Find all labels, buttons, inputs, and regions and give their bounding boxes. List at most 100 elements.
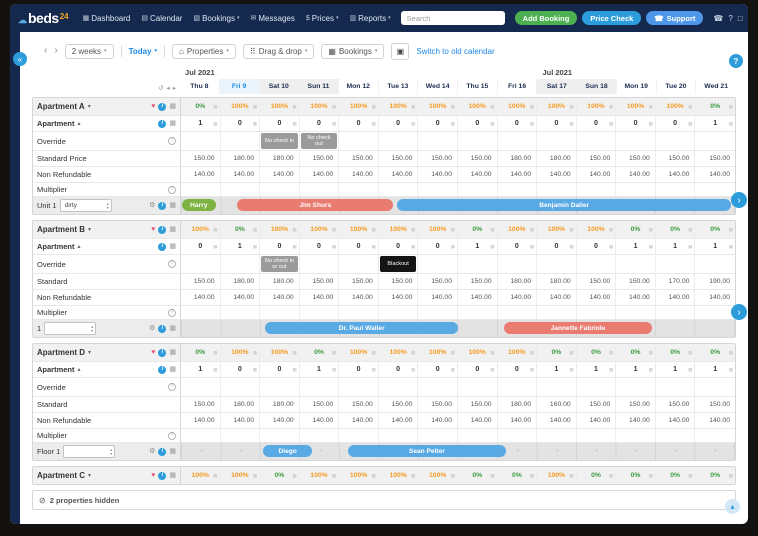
favorite-icon[interactable]: ♥	[151, 472, 155, 479]
availability-cell[interactable]: 0▦	[656, 116, 696, 131]
availability-cell[interactable]: 1▦	[616, 239, 656, 254]
desktop-icon[interactable]: □	[738, 14, 743, 23]
occupancy-cell[interactable]: 100%▦	[221, 98, 261, 115]
day-header-cell[interactable]: Mon 19	[617, 79, 657, 94]
multiplier-cell[interactable]	[260, 306, 300, 319]
override-cell[interactable]	[498, 378, 538, 396]
availability-cell[interactable]: 0▦	[260, 116, 300, 131]
availability-cell[interactable]: 0▦	[498, 116, 538, 131]
override-cell[interactable]	[656, 255, 696, 273]
override-cell[interactable]	[379, 378, 419, 396]
override-cell[interactable]	[656, 378, 696, 396]
occupancy-cell[interactable]: 0%▦	[695, 467, 735, 484]
override-cell[interactable]	[458, 255, 498, 273]
price-cell[interactable]: 180.00	[221, 397, 261, 412]
price-cell[interactable]: 180.00	[498, 397, 538, 412]
multiplier-cell[interactable]	[577, 306, 617, 319]
multiplier-cell[interactable]	[300, 429, 340, 442]
occupancy-cell[interactable]: 100%▦	[418, 344, 458, 361]
booking-bar[interactable]: Dr. Paul Waller	[265, 322, 459, 334]
price-cell[interactable]: 140.00	[379, 167, 419, 182]
menu-item-messages[interactable]: ✉Messages	[251, 14, 295, 23]
override-cell[interactable]	[616, 132, 656, 150]
availability-cell[interactable]: 0▦	[260, 239, 300, 254]
occupancy-cell[interactable]: 100%▦	[379, 467, 419, 484]
switch-old-calendar-link[interactable]: Switch to old calendar	[416, 47, 494, 56]
multiplier-cell[interactable]	[695, 429, 735, 442]
availability-cell[interactable]: 1▦	[695, 116, 735, 131]
multiplier-cell[interactable]	[339, 183, 379, 196]
override-cell[interactable]	[695, 255, 735, 273]
info-icon[interactable]: i	[158, 472, 166, 480]
collapse-sidebar-button[interactable]: «	[13, 52, 27, 66]
price-cell[interactable]: 140.00	[695, 413, 735, 428]
occupancy-cell[interactable]: 100%▦	[616, 98, 656, 115]
info-icon[interactable]: i	[158, 366, 166, 374]
calendar-icon[interactable]: ▦	[169, 448, 176, 455]
override-cell[interactable]	[339, 378, 379, 396]
availability-cell[interactable]: 0▦	[616, 116, 656, 131]
override-cell[interactable]	[379, 132, 419, 150]
occupancy-cell[interactable]: 100%▦	[498, 98, 538, 115]
properties-select[interactable]: ⌂ Properties ▾	[172, 44, 236, 59]
day-header-cell[interactable]: Mon 12	[339, 79, 379, 94]
price-cell[interactable]: 140.00	[616, 413, 656, 428]
price-cell[interactable]: 180.00	[260, 151, 300, 166]
hidden-properties-row[interactable]: ⊘ 2 properties hidden	[32, 490, 736, 510]
price-cell[interactable]: 140.00	[458, 167, 498, 182]
gear-icon[interactable]: ⚙	[149, 202, 155, 209]
multiplier-cell[interactable]	[181, 183, 221, 196]
occupancy-cell[interactable]: 100%▦	[577, 221, 617, 238]
occupancy-cell[interactable]: 100%▦	[537, 221, 577, 238]
menu-item-calendar[interactable]: ▤Calendar	[141, 14, 182, 23]
multiplier-cell[interactable]	[458, 306, 498, 319]
override-cell[interactable]	[695, 132, 735, 150]
multiplier-cell[interactable]	[498, 306, 538, 319]
occupancy-cell[interactable]: 0%▦	[656, 344, 696, 361]
multiplier-cell[interactable]	[695, 183, 735, 196]
price-cell[interactable]: 150.00	[695, 151, 735, 166]
occupancy-cell[interactable]: 0%▦	[577, 467, 617, 484]
price-cell[interactable]: 140.00	[458, 413, 498, 428]
occupancy-cell[interactable]: 100%▦	[300, 467, 340, 484]
price-cell[interactable]: 140.00	[537, 290, 577, 305]
availability-cell[interactable]: 0▦	[537, 239, 577, 254]
collapse-left-icon[interactable]: ◂	[166, 84, 169, 92]
override-cell[interactable]	[537, 132, 577, 150]
property-name[interactable]: Apartment B	[37, 225, 85, 234]
blocked-cell[interactable]: -	[577, 443, 617, 460]
calendar-icon[interactable]: ▦	[169, 472, 176, 479]
booking-bar[interactable]: Jannette Fabriole	[504, 322, 652, 334]
occupancy-cell[interactable]: 100%▦	[537, 467, 577, 484]
override-cell[interactable]	[458, 132, 498, 150]
day-header-cell[interactable]: Sun 18	[577, 79, 617, 94]
price-cell[interactable]: 150.00	[418, 274, 458, 289]
availability-cell[interactable]: 0▦	[498, 362, 538, 377]
price-cell[interactable]: 150.00	[695, 397, 735, 412]
support-button[interactable]: ☎Support	[646, 11, 703, 25]
price-cell[interactable]: 140.00	[498, 167, 538, 182]
override-cell[interactable]	[300, 378, 340, 396]
calendar-icon[interactable]: ▦	[169, 120, 176, 127]
booking-bar[interactable]: Jim Shurs	[237, 199, 393, 211]
occupancy-cell[interactable]: 0%▦	[498, 467, 538, 484]
price-cell[interactable]: 140.00	[418, 290, 458, 305]
unit-timeline[interactable]: --------------DiegoSean Pelter	[181, 443, 735, 460]
override-cell[interactable]	[577, 255, 617, 273]
availability-cell[interactable]: 1▦	[656, 362, 696, 377]
multiplier-cell[interactable]	[577, 429, 617, 442]
dragdrop-select[interactable]: ⠿ Drag & drop ▾	[243, 44, 315, 59]
price-cell[interactable]: 190.00	[695, 274, 735, 289]
price-cell[interactable]: 150.00	[181, 274, 221, 289]
override-cell[interactable]: No check in	[260, 132, 300, 150]
bookings-select[interactable]: ▦ Bookings ▾	[321, 44, 384, 59]
override-cell[interactable]	[339, 132, 379, 150]
price-cell[interactable]: 150.00	[458, 397, 498, 412]
day-header-cell[interactable]: Sun 11	[299, 79, 339, 94]
occupancy-cell[interactable]: 100%▦	[260, 221, 300, 238]
availability-cell[interactable]: 0▦	[339, 239, 379, 254]
info-icon[interactable]: i	[158, 103, 166, 111]
override-cell[interactable]	[616, 378, 656, 396]
favorite-icon[interactable]: ♥	[151, 349, 155, 356]
price-cell[interactable]: 140.00	[339, 167, 379, 182]
